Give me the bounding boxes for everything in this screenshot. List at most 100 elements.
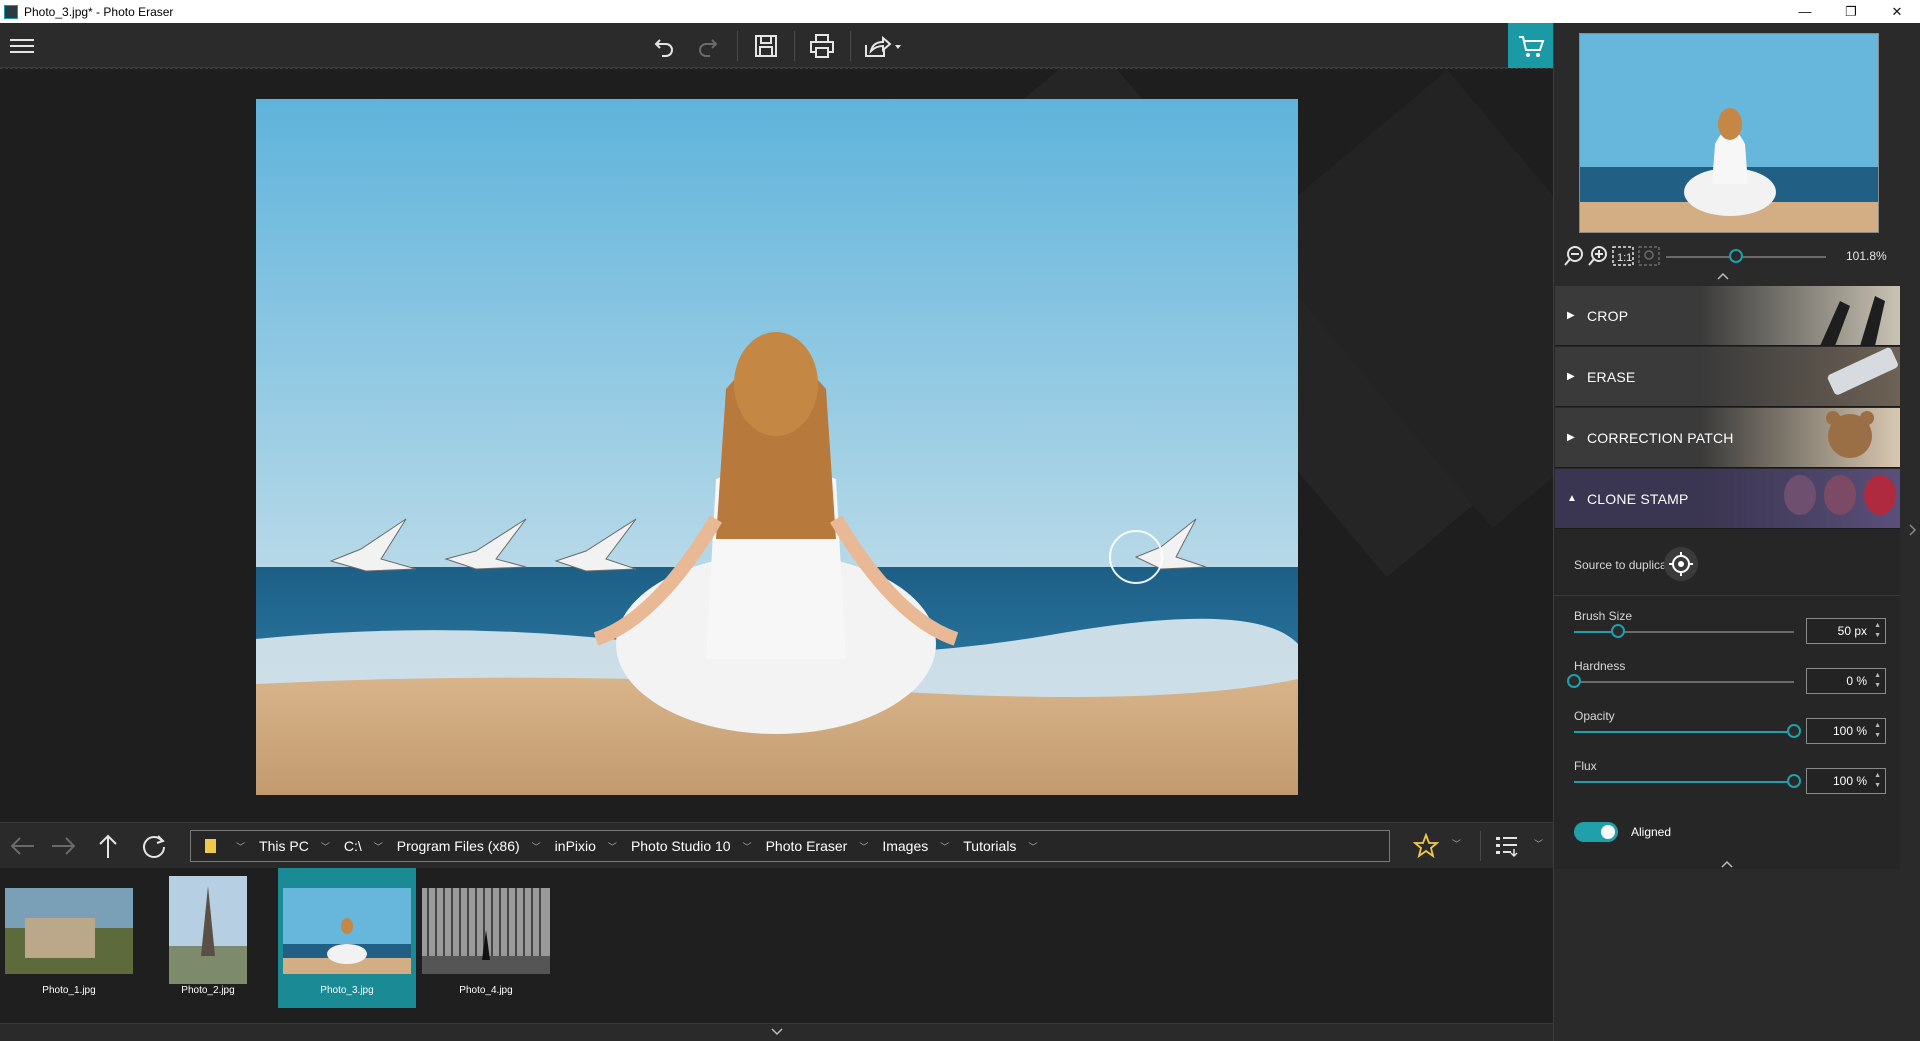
expand-filmstrip-icon[interactable] <box>770 1027 784 1037</box>
breadcrumb-item[interactable]: inPixio ﹀ <box>555 838 617 854</box>
breadcrumb-item[interactable]: C:\ ﹀ <box>344 838 383 854</box>
flux-knob[interactable] <box>1787 774 1801 788</box>
zoom-slider-knob[interactable] <box>1729 249 1744 263</box>
collapse-panel-icon[interactable] <box>1720 859 1734 869</box>
breadcrumb-label: Photo Studio 10 <box>630 838 731 854</box>
breadcrumb-item[interactable]: This PC ﹀ <box>259 838 330 854</box>
tool-erase[interactable]: ▶ ERASE <box>1555 347 1900 407</box>
chevron-down-icon[interactable]: ﹀ <box>743 840 752 853</box>
up-arrow-icon[interactable] <box>96 832 120 860</box>
cart-button[interactable] <box>1508 23 1553 68</box>
maximize-button[interactable]: ❐ <box>1828 0 1874 23</box>
chevron-down-icon[interactable]: ﹀ <box>321 840 330 853</box>
divider <box>1554 595 1900 596</box>
chevron-down-icon[interactable]: ﹀ <box>940 840 949 853</box>
thumbnail-item-selected[interactable]: Photo_3.jpg <box>278 868 416 1008</box>
redo-button[interactable] <box>690 29 726 63</box>
opacity-label: Opacity <box>1574 709 1615 723</box>
breadcrumb-item[interactable]: Photo Studio 10 ﹀ <box>631 838 752 854</box>
right-panel: 1:1 101.8% ▶ CROP ▶ ERASE ▶ CORRECTION P… <box>1553 23 1920 1041</box>
breadcrumb-item[interactable]: Photo Eraser ﹀ <box>766 838 869 854</box>
opacity-knob[interactable] <box>1787 724 1801 738</box>
close-button[interactable]: ✕ <box>1874 0 1920 23</box>
toolbar-separator <box>850 31 851 61</box>
breadcrumb-item[interactable]: Program Files (x86) ﹀ <box>397 838 541 854</box>
breadcrumb-item[interactable]: Images ﹀ <box>882 838 949 854</box>
zoom-controls: 1:1 101.8% <box>1564 245 1909 269</box>
chevron-down-icon[interactable]: ﹀ <box>1534 837 1543 850</box>
brush-size-input[interactable]: 50 px ▲ ▼ <box>1806 618 1886 644</box>
actual-size-icon[interactable]: 1:1 <box>1612 245 1634 267</box>
undo-button[interactable] <box>646 29 682 63</box>
refresh-icon[interactable] <box>140 833 168 861</box>
thumbnail-item[interactable]: Photo_2.jpg <box>139 868 277 1008</box>
tool-correction-patch[interactable]: ▶ CORRECTION PATCH <box>1555 408 1900 468</box>
zoom-in-icon[interactable] <box>1588 245 1608 267</box>
spinner-arrows-icon[interactable]: ▲ ▼ <box>1874 671 1881 691</box>
star-icon[interactable] <box>1413 833 1439 859</box>
chevron-down-icon[interactable]: ﹀ <box>1028 840 1037 853</box>
window-title: Photo_3.jpg* - Photo Eraser <box>24 4 174 19</box>
chevron-down-icon[interactable]: ﹀ <box>608 840 617 853</box>
breadcrumb-label: Images <box>882 838 929 854</box>
back-arrow-icon[interactable] <box>8 834 36 858</box>
breadcrumb-label: inPixio <box>554 838 596 854</box>
hardness-input[interactable]: 0 % ▲ ▼ <box>1806 668 1886 694</box>
navigator-preview[interactable] <box>1579 33 1879 233</box>
thumbnail-image <box>422 888 550 974</box>
aligned-label: Aligned <box>1631 825 1672 839</box>
tool-correction-patch-label: CORRECTION PATCH <box>1587 429 1734 446</box>
opacity-input[interactable]: 100 % ▲ ▼ <box>1806 718 1886 744</box>
expand-arrow-icon: ▶ <box>1567 432 1575 443</box>
fit-to-window-icon[interactable] <box>1638 245 1660 267</box>
thumbnail-image <box>5 888 133 974</box>
clone-stamp-panel: Source to duplicate Brush Size 50 px ▲ ▼ H… <box>1554 529 1900 869</box>
opacity-value: 100 % <box>1832 724 1867 738</box>
sort-list-icon[interactable] <box>1494 834 1520 858</box>
spinner-arrows-icon[interactable]: ▲ ▼ <box>1874 721 1881 741</box>
collapse-navigator-icon[interactable] <box>1716 271 1730 281</box>
save-button[interactable] <box>748 29 784 63</box>
aligned-toggle[interactable] <box>1574 822 1618 842</box>
forward-arrow-icon[interactable] <box>50 834 78 858</box>
flux-input[interactable]: 100 % ▲ ▼ <box>1806 768 1886 794</box>
zoom-slider[interactable] <box>1666 256 1826 258</box>
hamburger-icon <box>10 39 34 53</box>
title-bar: Photo_3.jpg* - Photo Eraser — ❐ ✕ <box>0 0 1920 23</box>
thumbnail-caption: Photo_4.jpg <box>459 985 513 996</box>
toolbar-separator <box>737 31 738 61</box>
breadcrumb-label: This PC <box>259 838 309 854</box>
spinner-arrows-icon[interactable]: ▲ ▼ <box>1874 621 1881 641</box>
image-canvas[interactable] <box>0 68 1553 822</box>
tool-clone-stamp[interactable]: ▲ CLONE STAMP <box>1555 469 1900 529</box>
share-button[interactable] <box>860 29 906 63</box>
chevron-down-icon[interactable]: ﹀ <box>374 840 383 853</box>
source-target-button[interactable] <box>1664 547 1698 581</box>
tool-crop[interactable]: ▶ CROP <box>1555 286 1900 346</box>
minimize-button[interactable]: — <box>1782 0 1828 23</box>
edited-photo[interactable] <box>256 99 1298 795</box>
hardness-knob[interactable] <box>1567 674 1581 688</box>
breadcrumb-item[interactable]: Tutorials ﹀ <box>963 838 1037 854</box>
hardness-slider[interactable] <box>1574 681 1794 683</box>
separator <box>1480 831 1481 861</box>
hamburger-menu-button[interactable] <box>4 29 40 63</box>
flux-label: Flux <box>1574 759 1597 773</box>
flux-slider-fill <box>1574 781 1794 783</box>
thumbnail-item[interactable]: Photo_1.jpg <box>0 868 138 1008</box>
chevron-down-icon[interactable]: ﹀ <box>236 840 245 853</box>
chevron-down-icon[interactable]: ﹀ <box>859 840 868 853</box>
chevron-down-icon[interactable]: ﹀ <box>1452 837 1461 850</box>
print-button[interactable] <box>804 29 840 63</box>
side-expand-icon[interactable] <box>1908 523 1918 537</box>
zoom-out-icon[interactable] <box>1564 245 1584 267</box>
share-icon <box>865 35 901 57</box>
chevron-down-icon[interactable]: ﹀ <box>532 840 541 853</box>
toggle-thumb <box>1601 825 1615 839</box>
crop-banner-image <box>1700 286 1900 345</box>
breadcrumb[interactable]: ﹀ This PC ﹀ C:\ ﹀ Program Files (x86) ﹀ inPixi… <box>190 830 1390 862</box>
spinner-arrows-icon[interactable]: ▲ ▼ <box>1874 771 1881 791</box>
brush-size-knob[interactable] <box>1611 624 1625 638</box>
thumbnail-item[interactable]: Photo_4.jpg <box>417 868 555 1008</box>
thumbnail-caption: Photo_1.jpg <box>42 985 96 996</box>
